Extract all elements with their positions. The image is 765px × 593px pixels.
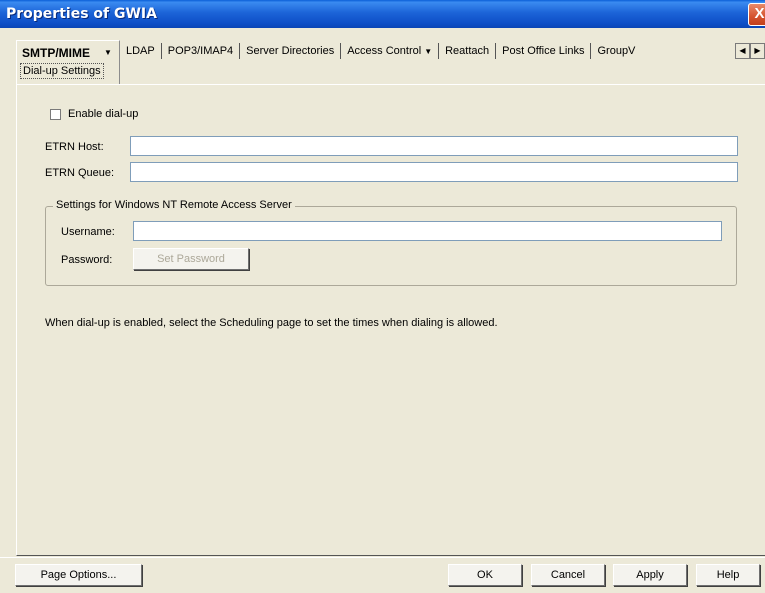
- properties-dialog: Properties of GWIA X SMTP/MIME ▼ Dial-up…: [0, 0, 765, 593]
- username-input[interactable]: [133, 221, 722, 241]
- tab-server-directories[interactable]: Server Directories: [240, 43, 342, 59]
- tab-access-control-label: Access Control: [347, 45, 422, 57]
- cancel-button[interactable]: Cancel: [531, 564, 605, 586]
- tab-pop3-imap4[interactable]: POP3/IMAP4: [162, 43, 241, 59]
- tab-groupwise[interactable]: GroupV: [591, 43, 635, 59]
- tab-post-office-links[interactable]: Post Office Links: [496, 43, 592, 59]
- window-title: Properties of GWIA: [6, 6, 157, 22]
- tab-smtp-mime[interactable]: SMTP/MIME ▼ Dial-up Settings: [16, 40, 120, 84]
- ok-button[interactable]: OK: [448, 564, 522, 586]
- nt-ras-groupbox-title: Settings for Windows NT Remote Access Se…: [53, 199, 295, 211]
- chevron-down-icon[interactable]: ▼: [424, 47, 432, 56]
- tab-access-control[interactable]: Access Control ▼: [341, 43, 440, 59]
- apply-button[interactable]: Apply: [613, 564, 687, 586]
- etrn-host-label: ETRN Host:: [45, 141, 104, 153]
- tab-list: LDAP POP3/IMAP4 Server Directories Access C…: [120, 43, 635, 61]
- tab-smtp-mime-label: SMTP/MIME: [22, 46, 90, 60]
- username-label: Username:: [61, 226, 115, 238]
- help-button[interactable]: Help: [696, 564, 760, 586]
- etrn-host-input[interactable]: [130, 136, 738, 156]
- title-bar[interactable]: Properties of GWIA X: [0, 0, 765, 28]
- scroll-right-icon[interactable]: ▶: [750, 43, 765, 59]
- tab-ldap[interactable]: LDAP: [120, 43, 162, 59]
- tab-strip: SMTP/MIME ▼ Dial-up Settings LDAP POP3/IM…: [11, 40, 765, 84]
- set-password-button[interactable]: Set Password: [133, 248, 249, 270]
- nt-ras-groupbox: [45, 206, 737, 286]
- subtab-dialup-settings[interactable]: Dial-up Settings: [20, 63, 104, 79]
- chevron-down-icon[interactable]: ▼: [104, 48, 112, 57]
- enable-dialup-checkbox[interactable]: [50, 109, 61, 120]
- dialup-info-text: When dial-up is enabled, select the Sche…: [45, 317, 498, 329]
- etrn-queue-input[interactable]: [130, 162, 738, 182]
- tab-reattach[interactable]: Reattach: [439, 43, 497, 59]
- close-icon[interactable]: X: [748, 3, 765, 26]
- tab-scroll-buttons: ◀ ▶: [735, 43, 765, 59]
- scroll-left-icon[interactable]: ◀: [735, 43, 750, 59]
- etrn-queue-label: ETRN Queue:: [45, 167, 115, 179]
- password-label: Password:: [61, 254, 113, 266]
- enable-dialup-label[interactable]: Enable dial-up: [68, 108, 138, 120]
- page-options-button[interactable]: Page Options...: [15, 564, 142, 586]
